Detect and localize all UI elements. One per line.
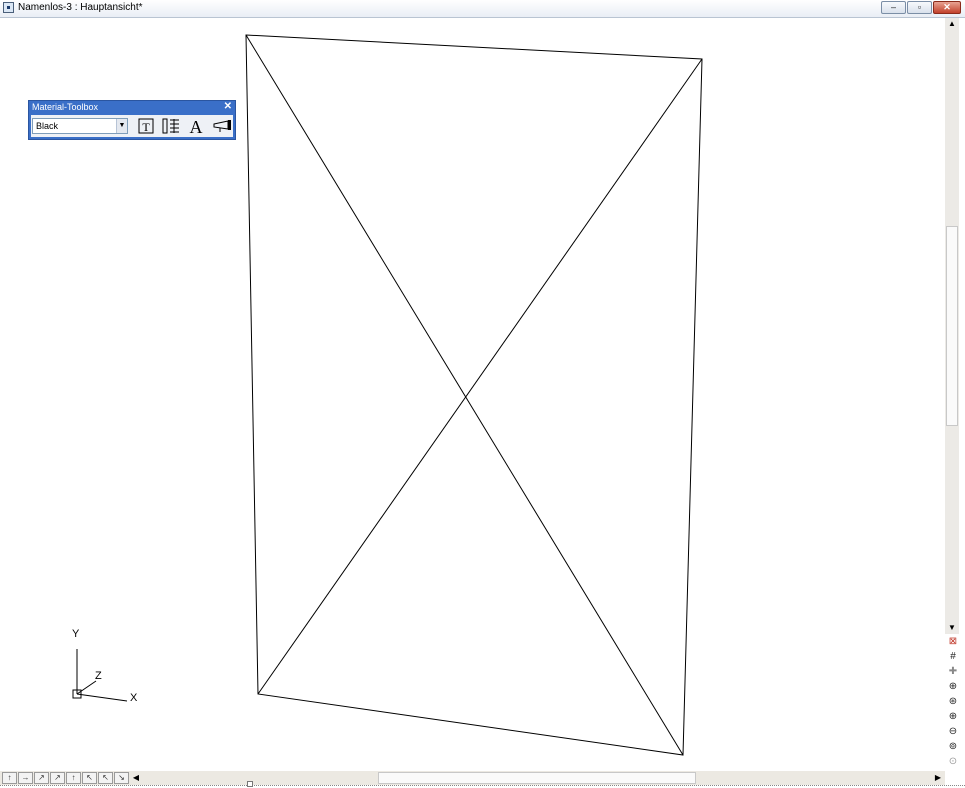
y-axis-label: Y [72, 628, 80, 640]
view-iso-icon[interactable]: ↘ [114, 772, 129, 784]
zoom-out-icon[interactable]: ⊖ [945, 724, 961, 739]
material-select[interactable]: Black ▼ [32, 118, 128, 134]
minimize-icon: – [890, 2, 896, 12]
close-icon: ✕ [943, 2, 951, 12]
status-divider [0, 785, 965, 786]
svg-text:A: A [190, 117, 203, 135]
diagonal-line [257, 58, 703, 695]
rectangle-outline [245, 34, 703, 756]
title-bar: Namenlos-3 : Hauptansicht* – ▫ ✕ [0, 0, 965, 18]
text-icon[interactable]: A [186, 117, 206, 137]
paint-bucket-icon[interactable] [211, 117, 233, 135]
zoom-extents-icon[interactable]: ⊚ [945, 739, 961, 754]
z-axis-line [76, 680, 97, 695]
view-iso-icon[interactable]: ↗ [34, 772, 49, 784]
x-axis-label: X [130, 692, 138, 704]
toolbox-close-icon[interactable]: ✕ [224, 101, 232, 112]
view-right-icon[interactable]: → [18, 772, 33, 784]
x-axis-line [76, 693, 128, 702]
view-iso-icon[interactable]: ↗ [50, 772, 65, 784]
vertical-scrollbar[interactable]: ▲ ▼ [945, 18, 959, 634]
crosshair-icon[interactable]: ✚ [945, 664, 961, 679]
scroll-up-icon[interactable]: ▲ [945, 18, 959, 30]
view-iso-icon[interactable]: ↑ [66, 772, 81, 784]
material-select-value: Black [36, 121, 59, 131]
zoom-window-icon[interactable]: ⊕ [945, 679, 961, 694]
scroll-left-icon[interactable]: ◀ [130, 771, 142, 785]
zoom-in-icon[interactable]: ⊕ [945, 709, 961, 724]
vertical-scroll-thumb[interactable] [946, 226, 958, 426]
view-up-icon[interactable]: ↑ [2, 772, 17, 784]
horizontal-scrollbar[interactable]: ↑ → ↗ ↗ ↑ ↖ ↖ ↘ ◀ ▶ [0, 771, 945, 785]
app-icon [3, 2, 14, 13]
diagonal-line [245, 34, 684, 756]
layer-list-icon[interactable] [161, 117, 181, 135]
minimize-button[interactable]: – [881, 1, 906, 14]
texture-icon[interactable]: T [137, 117, 155, 135]
view-iso-icon[interactable]: ↖ [82, 772, 97, 784]
scroll-down-icon[interactable]: ▼ [945, 622, 959, 634]
chevron-down-icon[interactable]: ▼ [116, 119, 127, 133]
z-axis-label: Z [95, 670, 102, 682]
close-button[interactable]: ✕ [933, 1, 961, 14]
toolbox-body: Black ▼ T A [31, 115, 233, 137]
zoom-all-icon[interactable]: ⊛ [945, 694, 961, 709]
restore-icon: ▫ [917, 2, 922, 12]
toolbox-title: Material-Toolbox [32, 102, 99, 112]
horizontal-scroll-thumb[interactable] [378, 772, 696, 784]
scroll-right-icon[interactable]: ▶ [932, 771, 944, 785]
close-view-icon[interactable]: ⊠ [945, 634, 961, 649]
splitter-handle[interactable] [247, 781, 253, 787]
grid-icon[interactable]: # [945, 649, 961, 664]
maximize-button[interactable]: ▫ [907, 1, 932, 14]
zoom-previous-icon[interactable]: ⊙ [945, 754, 961, 769]
view-iso-icon[interactable]: ↖ [98, 772, 113, 784]
svg-text:T: T [142, 120, 150, 134]
window-title: Namenlos-3 : Hauptansicht* [18, 2, 143, 13]
material-toolbox[interactable]: Material-Toolbox ✕ Black ▼ T A [28, 100, 236, 140]
